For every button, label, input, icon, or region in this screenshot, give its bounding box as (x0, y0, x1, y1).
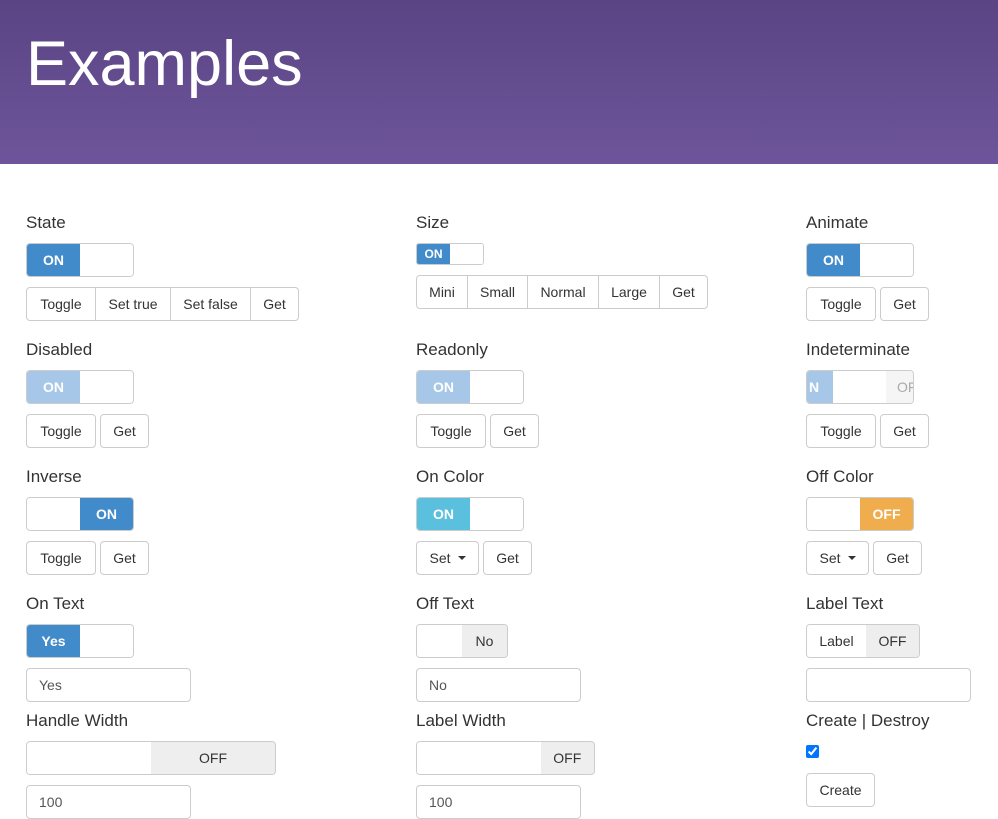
switch-handle (417, 742, 541, 774)
on-color-switch[interactable]: ON (416, 497, 524, 531)
set-label: Set (819, 550, 841, 566)
handle-width-input[interactable] (26, 785, 191, 819)
switch-handle (80, 625, 133, 657)
inverse-get-button[interactable]: Get (100, 541, 149, 575)
switch-handle (417, 625, 462, 657)
size-mini-button[interactable]: Mini (416, 275, 468, 309)
indeterminate-switch[interactable]: N OF (806, 370, 914, 404)
disabled-get-button[interactable]: Get (100, 414, 149, 448)
size-normal-button[interactable]: Normal (527, 275, 599, 309)
on-color-set-dropdown[interactable]: Set (416, 541, 479, 575)
switch-on-label: ON (80, 498, 133, 530)
on-text-switch[interactable]: Yes (26, 624, 134, 658)
state-get-button[interactable]: Get (250, 287, 299, 321)
switch-on-label: ON (807, 244, 860, 276)
state-button-group: Toggle Set true Set false Get (26, 287, 299, 321)
size-title: Size (416, 213, 450, 232)
page-header: Examples (0, 0, 998, 164)
switch-on-label: ON (417, 244, 450, 264)
label-width-switch[interactable]: OFF (416, 741, 595, 775)
caret-down-icon (457, 556, 466, 560)
switch-label: Label (807, 625, 866, 657)
animate-switch[interactable]: ON (806, 243, 914, 277)
state-switch[interactable]: ON (26, 243, 134, 277)
switch-handle (80, 371, 133, 403)
label-text-input[interactable] (806, 668, 971, 702)
switch-handle (27, 742, 151, 774)
size-get-button[interactable]: Get (659, 275, 708, 309)
create-destroy-title: Create | Destroy (806, 711, 930, 730)
size-small-button[interactable]: Small (467, 275, 528, 309)
animate-toggle-button[interactable]: Toggle (806, 287, 876, 321)
off-color-get-button[interactable]: Get (873, 541, 922, 575)
set-label: Set (429, 550, 451, 566)
switch-on-label: Yes (27, 625, 80, 657)
indeterminate-get-button[interactable]: Get (880, 414, 929, 448)
animate-title: Animate (806, 213, 869, 232)
switch-handle (27, 498, 80, 530)
on-color-get-button[interactable]: Get (483, 541, 532, 575)
indeterminate-title: Indeterminate (806, 340, 910, 359)
disabled-toggle-button[interactable]: Toggle (26, 414, 96, 448)
label-width-input[interactable] (416, 785, 581, 819)
switch-handle (807, 498, 860, 530)
readonly-toggle-button[interactable]: Toggle (416, 414, 486, 448)
label-text-switch[interactable]: Label OFF (806, 624, 920, 658)
switch-on-label: ON (417, 498, 470, 530)
disabled-switch: ON (26, 370, 134, 404)
switch-handle (470, 371, 523, 403)
switch-on-label: ON (27, 371, 80, 403)
inverse-toggle-button[interactable]: Toggle (26, 541, 96, 575)
off-text-input[interactable] (416, 668, 581, 702)
on-text-title: On Text (26, 594, 85, 613)
state-set-false-button[interactable]: Set false (170, 287, 251, 321)
switch-off-label: OFF (540, 742, 594, 774)
state-title: State (26, 213, 66, 232)
size-switch[interactable]: ON (416, 243, 484, 265)
indeterminate-toggle-button[interactable]: Toggle (806, 414, 876, 448)
switch-on-label: ON (27, 244, 80, 276)
off-color-switch[interactable]: OFF (806, 497, 914, 531)
switch-handle (470, 498, 523, 530)
switch-handle (860, 244, 913, 276)
disabled-title: Disabled (26, 340, 93, 359)
switch-handle (833, 371, 886, 403)
page-title: Examples (26, 29, 303, 99)
switch-off-label: No (462, 625, 507, 657)
inverse-title: Inverse (26, 467, 82, 486)
switch-on-label: N (807, 371, 834, 403)
create-destroy-checkbox[interactable] (806, 745, 819, 758)
state-toggle-button[interactable]: Toggle (26, 287, 96, 321)
switch-off-label: OFF (865, 625, 919, 657)
animate-get-button[interactable]: Get (880, 287, 929, 321)
switch-off-label: OFF (151, 742, 275, 774)
off-text-switch[interactable]: No (416, 624, 508, 658)
switch-on-label: ON (417, 371, 470, 403)
readonly-get-button[interactable]: Get (490, 414, 539, 448)
off-color-title: Off Color (806, 467, 874, 486)
create-button[interactable]: Create (806, 773, 875, 807)
handle-width-title: Handle Width (26, 711, 129, 730)
inverse-switch[interactable]: ON (26, 497, 134, 531)
switch-handle (80, 244, 133, 276)
size-button-group: Mini Small Normal Large Get (416, 275, 708, 309)
caret-down-icon (847, 556, 856, 560)
handle-width-switch[interactable]: OFF (26, 741, 276, 775)
readonly-switch: ON (416, 370, 524, 404)
label-width-title: Label Width (416, 711, 506, 730)
size-large-button[interactable]: Large (598, 275, 660, 309)
switch-handle (450, 244, 483, 264)
off-text-title: Off Text (416, 594, 474, 613)
off-color-set-dropdown[interactable]: Set (806, 541, 869, 575)
on-color-title: On Color (416, 467, 485, 486)
switch-off-label: OFF (860, 498, 913, 530)
readonly-title: Readonly (416, 340, 488, 359)
label-text-title: Label Text (806, 594, 884, 613)
on-text-input[interactable] (26, 668, 191, 702)
switch-off-label: OF (886, 371, 913, 403)
state-set-true-button[interactable]: Set true (95, 287, 171, 321)
